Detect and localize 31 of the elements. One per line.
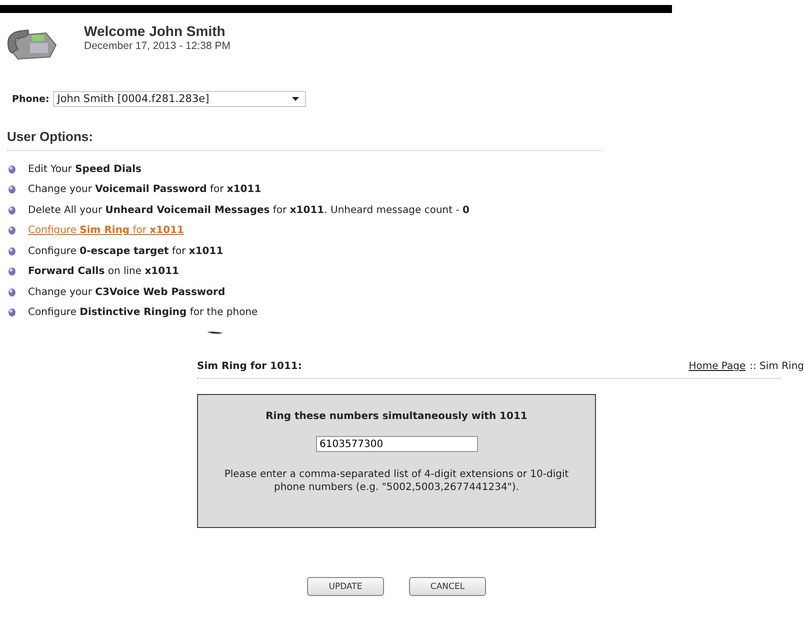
dropdown-icon <box>292 97 300 101</box>
breadcrumb-text: :: Sim Ring <box>750 361 804 372</box>
option-link[interactable]: Change your Voicemail Password for x1011 <box>28 184 262 196</box>
option-link[interactable]: Change your C3Voice Web Password <box>28 286 226 298</box>
bullet-icon <box>8 206 16 215</box>
home-link[interactable]: Home Page <box>688 361 746 372</box>
bullet-icon <box>8 308 16 318</box>
update-button[interactable]: UPDATE <box>307 577 384 596</box>
phone-label: Phone: <box>12 94 50 104</box>
option-link[interactable]: Configure 0-escape target for x1011 <box>28 246 224 257</box>
bullet-icon <box>8 246 16 256</box>
bullet-icon <box>8 164 16 174</box>
date-time: December 17, 2013 - 12:38 PM <box>84 40 230 52</box>
cancel-button[interactable]: CANCEL <box>409 577 486 596</box>
option-link[interactable]: Delete All your Unheard Voicemail Messages for x1011. Unheard message count - 0 <box>28 204 470 216</box>
help-text: Please enter a comma-separated list of 4-digit extensions or 10-digit phone numbers (e.g. "5002,5003,2677441234"). <box>223 468 570 494</box>
section-heading: User Options: <box>7 129 94 144</box>
option-link[interactable]: Edit Your Speed Dials <box>28 164 142 175</box>
option-link[interactable]: Configure Distinctive Ringing for the phone <box>28 307 258 318</box>
section-title: Sim Ring for 1011: <box>197 361 302 372</box>
desk-phone-icon <box>6 27 58 61</box>
bullet-icon <box>8 288 16 297</box>
numbers-field[interactable]: 6103577300 <box>316 436 478 452</box>
bullet-icon <box>8 226 16 236</box>
bullet-icon <box>8 185 16 194</box>
option-link[interactable]: Forward Calls on line x1011 <box>28 266 180 278</box>
bullet-icon <box>8 267 16 276</box>
dash-icon <box>207 331 223 335</box>
form-heading: Ring these numbers simultaneously with 1011 <box>266 411 528 422</box>
phone-select[interactable]: John Smith [0004.f281.283e] <box>53 91 306 107</box>
welcome-title: Welcome John Smith <box>84 23 226 39</box>
